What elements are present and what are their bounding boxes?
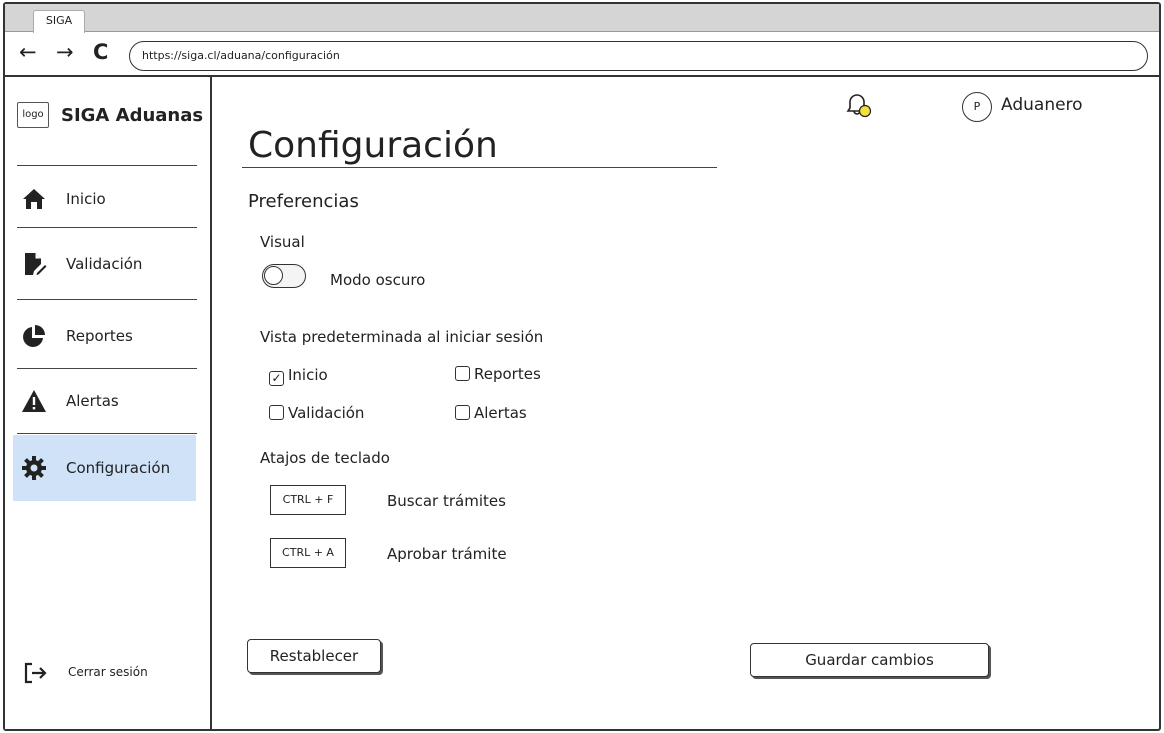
title-underline: [242, 167, 717, 168]
checkbox-unchecked[interactable]: [455, 405, 470, 420]
checkbox-label: Reportes: [474, 365, 541, 383]
section-title: Preferencias: [248, 191, 359, 212]
warning-icon: [22, 390, 46, 412]
sidebar-divider: [17, 165, 197, 166]
visual-heading: Visual: [260, 233, 305, 251]
checkbox-inicio[interactable]: ✓ Inicio: [269, 366, 328, 386]
checkbox-label: Alertas: [474, 404, 527, 422]
forward-arrow-icon[interactable]: →: [56, 39, 74, 65]
checkbox-label: Validación: [288, 404, 365, 422]
sidebar-divider: [17, 299, 197, 300]
brand-name: SIGA Aduanas: [61, 105, 204, 126]
gear-icon: [22, 456, 46, 480]
checkbox-reportes[interactable]: Reportes: [455, 365, 541, 385]
browser-window: SIGA ← → C https://siga.cl/aduana/config…: [3, 2, 1161, 731]
sidebar-item-configuracion[interactable]: Configuración: [13, 435, 196, 501]
browser-toolbar: ← → C https://siga.cl/aduana/configuraci…: [5, 33, 1159, 77]
logout-icon: [24, 662, 47, 684]
notification-dot: [858, 104, 872, 118]
back-arrow-icon[interactable]: ←: [19, 39, 37, 65]
sidebar-item-label: Configuración: [66, 459, 171, 477]
home-icon: [23, 189, 45, 209]
sidebar-item-reportes[interactable]: Reportes: [13, 306, 196, 366]
bell-icon[interactable]: [842, 91, 876, 119]
shortcut-key: CTRL + A: [270, 538, 346, 568]
sidebar-item-label: Validación: [66, 255, 143, 273]
shortcut-action: Aprobar trámite: [387, 545, 507, 563]
sidebar-item-validacion[interactable]: Validación: [13, 234, 196, 294]
checkbox-validacion[interactable]: Validación: [269, 404, 364, 424]
sidebar-item-inicio[interactable]: Inicio: [13, 169, 196, 229]
username[interactable]: Aduanero: [1001, 95, 1083, 115]
sidebar-divider: [17, 368, 197, 369]
main-content: P Aduanero Configuración Preferencias Vi…: [214, 77, 1159, 729]
checkbox-label: Inicio: [288, 366, 328, 384]
reset-button[interactable]: Restablecer: [247, 639, 381, 673]
save-button[interactable]: Guardar cambios: [750, 643, 989, 677]
checkbox-checked[interactable]: ✓: [269, 371, 284, 386]
logo: logo: [17, 102, 49, 128]
avatar[interactable]: P: [962, 92, 992, 122]
browser-tab[interactable]: SIGA: [33, 10, 85, 33]
sidebar-item-alertas[interactable]: Alertas: [13, 371, 196, 431]
pie-chart-icon: [23, 325, 45, 347]
checkbox-unchecked[interactable]: [269, 405, 284, 420]
address-bar[interactable]: https://siga.cl/aduana/configuración: [129, 41, 1148, 71]
shortcut-action: Buscar trámites: [387, 492, 506, 510]
logout-button[interactable]: Cerrar sesión: [23, 659, 203, 689]
dark-mode-label: Modo oscuro: [330, 271, 426, 289]
reload-icon[interactable]: C: [93, 39, 108, 65]
sidebar-divider: [17, 433, 197, 434]
sidebar: logo SIGA Aduanas Inicio Validación Repo…: [5, 77, 212, 729]
sidebar-item-label: Alertas: [66, 392, 119, 410]
dark-mode-toggle[interactable]: [262, 264, 306, 288]
page-title: Configuración: [248, 125, 498, 166]
logout-label: Cerrar sesión: [68, 665, 148, 679]
checkbox-unchecked[interactable]: [455, 366, 470, 381]
sidebar-item-label: Inicio: [66, 190, 106, 208]
checkbox-alertas[interactable]: Alertas: [455, 404, 527, 424]
sidebar-item-label: Reportes: [66, 327, 133, 345]
default-view-heading: Vista predeterminada al iniciar sesión: [260, 328, 544, 346]
file-edit-icon: [25, 253, 47, 275]
toggle-knob: [264, 266, 283, 285]
browser-titlebar: SIGA: [5, 4, 1159, 33]
shortcut-key: CTRL + F: [270, 485, 346, 515]
sidebar-divider: [17, 227, 197, 228]
shortcuts-heading: Atajos de teclado: [260, 449, 390, 467]
